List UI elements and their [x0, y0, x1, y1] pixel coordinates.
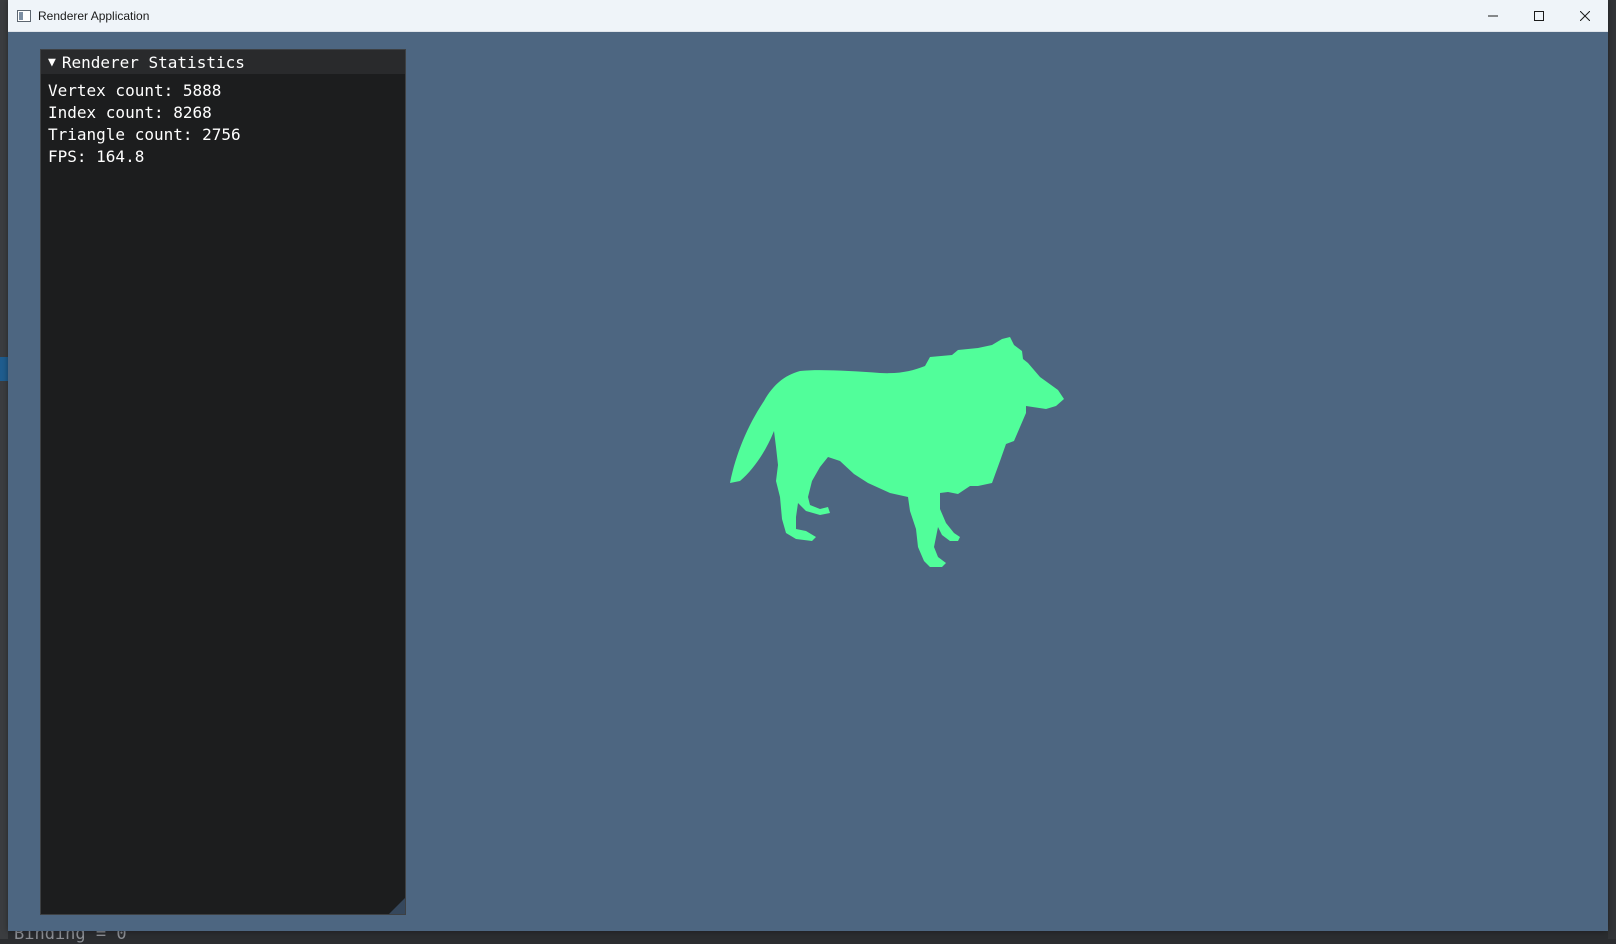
minimize-icon: [1488, 15, 1498, 16]
window-controls: [1470, 0, 1608, 31]
renderer-window: Renderer Application ▼ Renderer Statisti…: [8, 0, 1608, 931]
panel-body: Vertex count: 5888 Index count: 8268 Tri…: [41, 74, 405, 168]
collapse-triangle-icon[interactable]: ▼: [48, 55, 56, 70]
panel-header[interactable]: ▼ Renderer Statistics: [41, 50, 405, 74]
stat-index-count: Index count: 8268: [48, 103, 212, 122]
window-title: Renderer Application: [38, 8, 150, 23]
panel-title: Renderer Statistics: [61, 52, 245, 72]
maximize-button[interactable]: [1516, 0, 1562, 31]
stat-fps: FPS: 164.8: [48, 147, 145, 166]
background-editor-marker: [0, 357, 8, 381]
render-viewport[interactable]: ▼ Renderer Statistics Vertex count: 5888…: [8, 32, 1608, 931]
stat-triangle-count: Triangle count: 2756: [48, 125, 241, 144]
wolf-model: [730, 337, 1064, 567]
close-icon: [1580, 10, 1590, 21]
minimize-button[interactable]: [1470, 0, 1516, 31]
wolf-silhouette: [730, 337, 1064, 567]
title-bar[interactable]: Renderer Application: [8, 0, 1608, 32]
background-editor-strip: [0, 0, 8, 939]
resize-grip[interactable]: [389, 898, 405, 914]
close-button[interactable]: [1562, 0, 1608, 31]
app-window-icon: [17, 9, 31, 22]
stat-vertex-count: Vertex count: 5888: [48, 81, 222, 100]
renderer-statistics-panel[interactable]: ▼ Renderer Statistics Vertex count: 5888…: [40, 49, 406, 915]
maximize-icon: [1534, 10, 1544, 21]
background-right-strip: [1608, 0, 1616, 939]
